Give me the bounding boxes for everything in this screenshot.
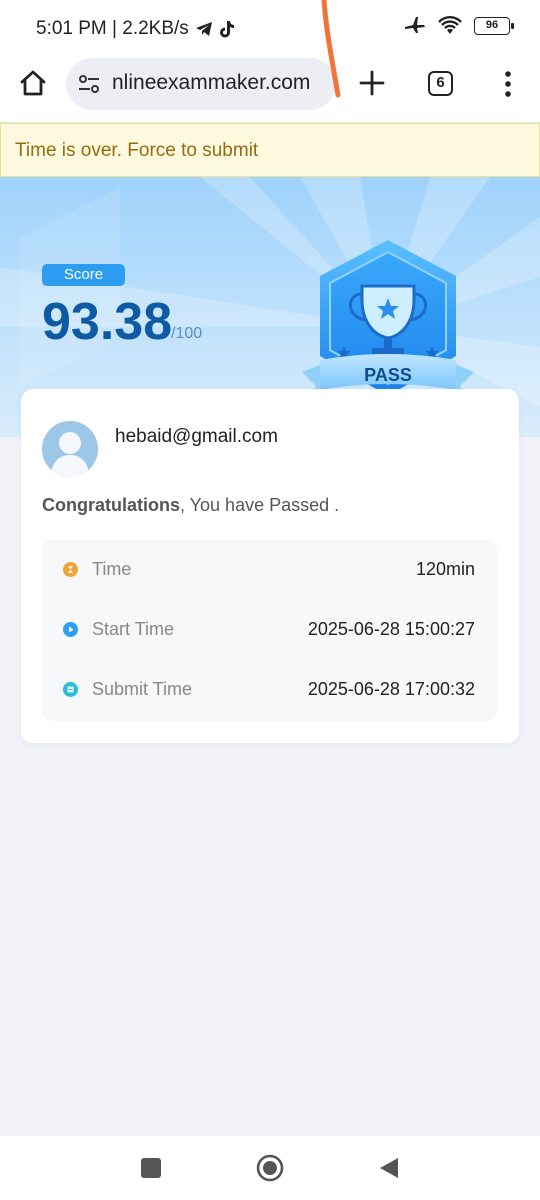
detail-label: Submit Time (92, 679, 193, 699)
detail-value: 2025-06-28 15:00:27 (307, 619, 475, 639)
detail-row-time: Time 120min (42, 556, 497, 584)
system-nav-bar (0, 1136, 540, 1200)
telegram-icon (195, 22, 212, 36)
tiktok-icon (219, 21, 234, 38)
user-email: hebaid@gmail.com (115, 426, 278, 447)
status-time-speed: 5:01 PM | 2.2KB/s (36, 18, 189, 39)
browser-toolbar: nlineexammaker.com 6 (0, 58, 540, 123)
result-card: hebaid@gmail.com Congratulations, You ha… (21, 389, 519, 743)
detail-row-submit-time: Submit Time 2025-06-28 17:00:32 (42, 676, 497, 704)
battery-indicator: 96 (474, 17, 514, 35)
hourglass-icon (63, 562, 78, 577)
detail-label: Start Time (92, 619, 175, 639)
score-max: /100 (171, 325, 203, 342)
pass-label: PASS (364, 365, 412, 385)
exam-details: Time 120min Start Time 2025-06-28 15:00:… (42, 540, 497, 721)
score-value: 93.38 (42, 293, 173, 351)
detail-row-start-time: Start Time 2025-06-28 15:00:27 (42, 616, 497, 644)
time-over-banner: Time is over. Force to submit (0, 123, 540, 177)
submit-icon (63, 682, 78, 697)
status-left: 5:01 PM | 2.2KB/s (36, 18, 235, 40)
status-bar: 5:01 PM | 2.2KB/s 96 (0, 0, 540, 58)
tab-switcher-button[interactable]: 6 (428, 71, 453, 96)
congrats-message: Congratulations, You have Passed . (42, 495, 339, 516)
detail-label: Time (92, 559, 132, 579)
recent-apps-button[interactable] (141, 1158, 161, 1178)
congrats-rest: , You have Passed . (180, 495, 340, 515)
status-right: 96 (404, 16, 514, 36)
wifi-icon (438, 16, 462, 34)
new-tab-icon[interactable] (357, 68, 387, 98)
avatar (42, 421, 98, 477)
congrats-bold: Congratulations (42, 495, 180, 515)
banner-message: Time is over. Force to submit (15, 140, 259, 161)
more-options-icon[interactable] (496, 69, 520, 99)
site-settings-icon[interactable] (78, 74, 100, 94)
play-icon (63, 622, 78, 637)
detail-value: 120min (415, 559, 475, 579)
address-bar[interactable]: nlineexammaker.com (66, 58, 336, 110)
back-button[interactable] (378, 1156, 400, 1180)
home-icon[interactable] (18, 68, 48, 98)
score-label: Score (42, 264, 125, 286)
detail-value: 2025-06-28 17:00:32 (307, 679, 475, 699)
airplane-mode-icon (405, 17, 425, 33)
user-avatar-icon (42, 421, 98, 477)
url-text[interactable]: nlineexammaker.com (112, 71, 310, 95)
home-button[interactable] (256, 1154, 284, 1182)
